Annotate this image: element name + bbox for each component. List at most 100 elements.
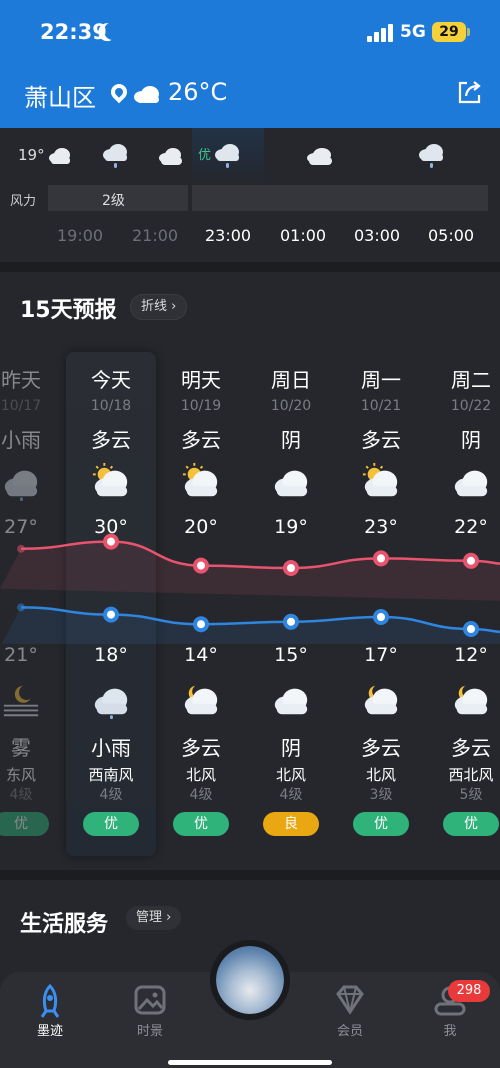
forecast-title: 15天预报: [20, 298, 117, 323]
wind-direction: 西南风: [88, 766, 134, 784]
night-weather: 小雨: [91, 736, 131, 760]
nav-label-scenes[interactable]: 时景: [120, 1020, 180, 1039]
data-point: [17, 603, 25, 612]
sky-photo: [216, 946, 284, 1014]
moon-weather-icon: [364, 685, 398, 715]
low-temp: 21°: [4, 644, 38, 666]
wind-level-value: 2级: [102, 193, 125, 209]
hour-label: 21:00: [132, 226, 179, 245]
hourly-forecast[interactable]: 19° 优 风力 2级 19:00 21:00 23:00 01:00 03:0…: [0, 128, 500, 262]
low-temp: 15°: [274, 644, 308, 666]
day-name: 明天: [181, 368, 221, 392]
day-weather: 小雨: [1, 428, 41, 452]
wind-level: 5级: [459, 787, 483, 803]
wind-row-label: 风力: [10, 194, 37, 209]
current-temperature: 26°C: [168, 78, 228, 106]
cloud-icon: [159, 148, 182, 165]
day-name: 周一: [361, 368, 401, 392]
day-date: 10/22: [450, 398, 492, 414]
cloud-icon: [307, 148, 332, 165]
nav-label-moji[interactable]: 墨迹: [20, 1020, 80, 1039]
aqi-badge: 优: [83, 812, 139, 836]
cloud-icon: [49, 148, 70, 164]
day-weather: 多云: [91, 428, 131, 452]
aqi-badge: 优: [443, 812, 499, 836]
light-rain-icon: [103, 144, 127, 168]
battery-tip: [467, 28, 470, 36]
low-temp: 17°: [364, 644, 398, 666]
diamond-icon[interactable]: [320, 984, 380, 1018]
center-photo-button[interactable]: [210, 940, 290, 1020]
data-point: [193, 616, 209, 633]
day-weather: 阴: [461, 428, 481, 452]
share-icon[interactable]: [456, 80, 482, 106]
hour-label: 03:00: [354, 226, 401, 245]
day-name: 周二: [451, 368, 491, 392]
data-point: [103, 606, 119, 623]
day-date: 10/17: [0, 398, 42, 414]
hour-label: 23:00: [205, 226, 252, 245]
picture-icon[interactable]: [120, 984, 180, 1018]
wind-level: 4级: [9, 787, 33, 803]
notification-badge: 298: [448, 980, 490, 1002]
rocket-icon[interactable]: [20, 984, 80, 1020]
wind-direction: 西北风: [448, 766, 494, 784]
data-point: [103, 533, 119, 550]
wind-direction: 北风: [185, 766, 216, 784]
fifteen-day-forecast[interactable]: 15天预报 折线 › 昨天 10/17 小雨 27° 21° 雾东风 4级优今天 10/18 多…: [0, 272, 500, 870]
low-temp: 12°: [454, 644, 488, 666]
temperature-chart: [0, 533, 500, 644]
night-weather: 阴: [281, 736, 301, 760]
day-date: 10/18: [90, 398, 132, 414]
day-weather: 多云: [361, 428, 401, 452]
wind-level: 4级: [279, 787, 303, 803]
light-rain-icon: [419, 144, 443, 168]
moon-weather-icon: [454, 685, 488, 715]
wind-level-bar: [192, 185, 488, 211]
series-area: [0, 541, 500, 601]
wind-direction: 北风: [275, 766, 306, 784]
signal-icon: [367, 24, 393, 42]
aqi-badge: 优: [0, 812, 49, 836]
partly-weather-icon: [182, 462, 218, 497]
day-weather: 多云: [181, 428, 221, 452]
light-rain-icon: [215, 144, 239, 168]
data-point: [17, 544, 25, 553]
aqi-badge: 优: [173, 812, 229, 836]
day-name: 昨天: [1, 368, 41, 392]
wind-direction: 东风: [5, 766, 36, 784]
chart-mode-toggle[interactable]: 折线 ›: [130, 294, 188, 320]
data-point: [193, 557, 209, 574]
rain-weather-icon: [4, 470, 38, 502]
city-name[interactable]: 萧山区: [24, 78, 96, 113]
cloud-weather-icon: [454, 470, 488, 497]
aqi-badge: 优: [353, 812, 409, 836]
day-date: 10/20: [270, 398, 312, 414]
data-point: [463, 621, 479, 637]
data-point: [283, 613, 299, 630]
data-point: [373, 609, 389, 625]
wind-level: 3级: [369, 787, 393, 803]
wind-level: 4级: [189, 787, 213, 803]
hour-label: 19:00: [57, 226, 104, 245]
network-type: 5G: [400, 22, 426, 42]
hourly-temp: 19°: [18, 146, 45, 164]
hour-label: 05:00: [428, 226, 475, 245]
home-indicator: [168, 1060, 332, 1065]
low-temp: 18°: [94, 644, 128, 666]
partly-weather-icon: [92, 462, 128, 497]
night-weather: 多云: [181, 736, 221, 760]
data-point: [283, 560, 299, 576]
nav-label-me[interactable]: 我: [420, 1020, 480, 1039]
night-weather: 多云: [361, 736, 401, 760]
day-date: 10/19: [180, 398, 222, 414]
nav-label-member[interactable]: 会员: [320, 1020, 380, 1039]
low-temp: 14°: [184, 644, 218, 666]
aqi-badge: 良: [263, 812, 319, 836]
cloud-weather-icon: [274, 688, 308, 715]
partly-weather-icon: [362, 462, 398, 497]
manage-button[interactable]: 管理 ›: [126, 906, 182, 930]
fogmoon-weather-icon: [3, 685, 39, 717]
day-date: 10/21: [360, 398, 402, 414]
day-weather: 阴: [281, 428, 301, 452]
